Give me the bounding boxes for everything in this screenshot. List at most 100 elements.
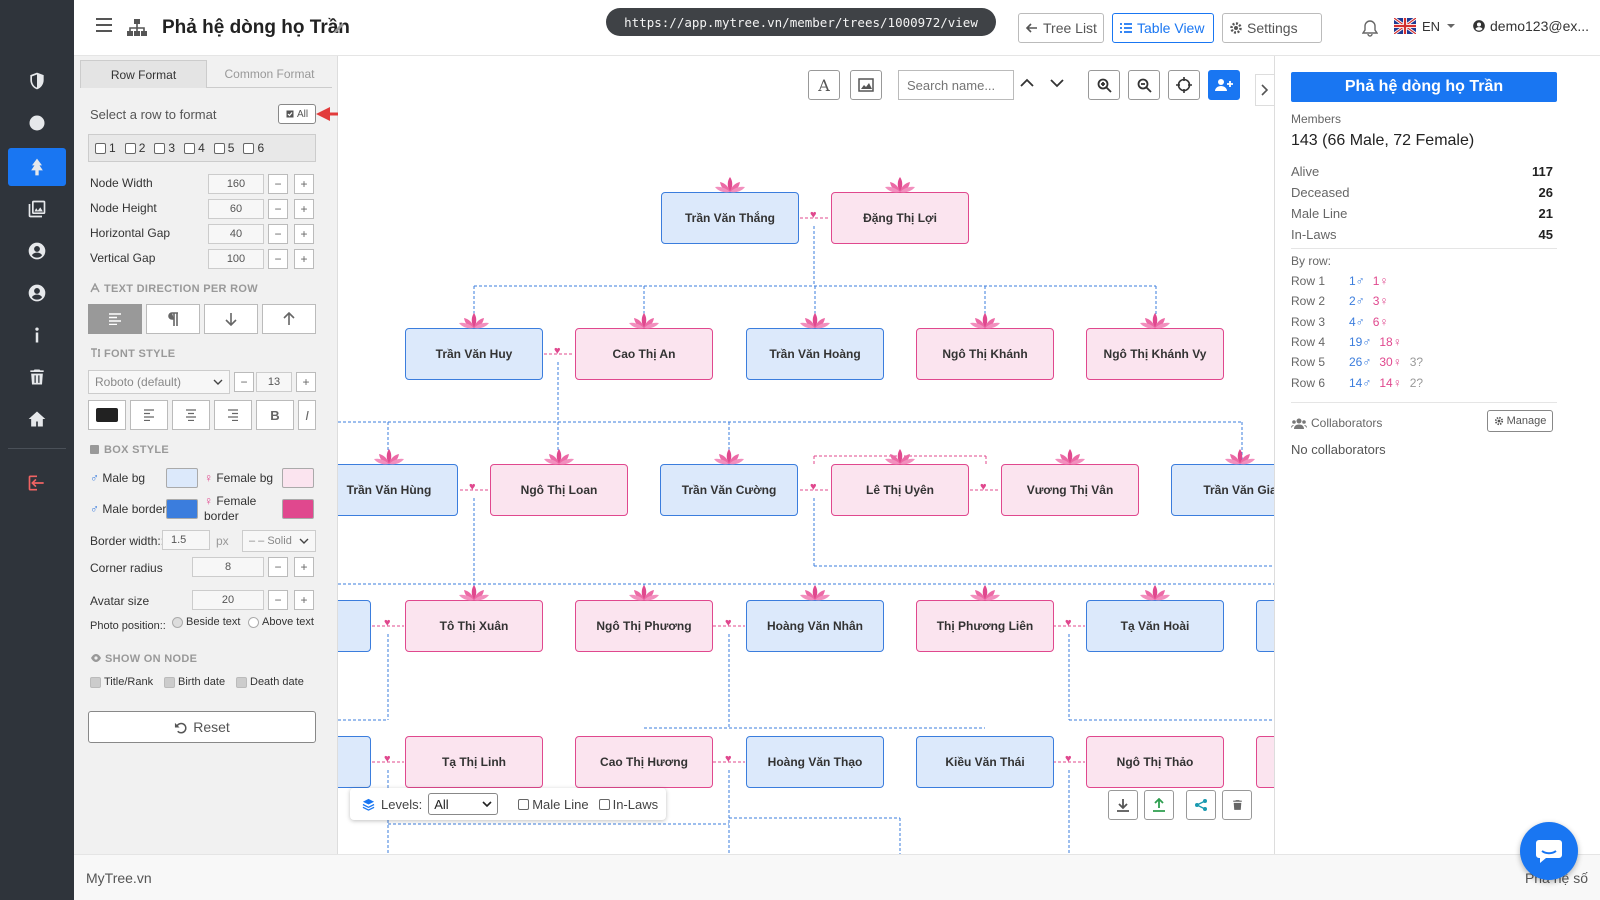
reset-button[interactable]: Reset (88, 711, 316, 743)
female-border-color-picker[interactable] (282, 499, 314, 519)
zoom-out-button[interactable] (1128, 70, 1160, 100)
hamburger-menu-icon[interactable] (96, 18, 112, 32)
person-node[interactable]: uấn (338, 600, 371, 652)
horizontal-gap-plus[interactable]: + (294, 224, 314, 244)
person-node[interactable]: Trần Văn Hoàng (746, 313, 884, 380)
nav-logout[interactable] (8, 464, 66, 502)
horizontal-gap-minus[interactable]: − (268, 224, 288, 244)
death-date-checkbox[interactable]: Death date (236, 676, 304, 688)
download-button[interactable] (1108, 790, 1138, 820)
row-checkbox-5[interactable]: 5 (213, 141, 234, 155)
font-family-select[interactable]: Roboto (default) (88, 370, 230, 394)
nav-circle[interactable] (8, 104, 66, 142)
nav-photos[interactable] (8, 190, 66, 228)
tree-canvas[interactable]: A Trần Văn Thắng Đặng Thị Lợi Trần Văn Huy… (338, 56, 1274, 854)
node-height-input[interactable]: 60 (208, 199, 264, 219)
delete-tree-button[interactable] (1222, 790, 1252, 820)
node-width-plus[interactable]: + (294, 174, 314, 194)
person-node[interactable]: Trần Văn Cường (660, 449, 798, 516)
bell-icon[interactable] (1362, 20, 1378, 37)
border-width-input[interactable]: 1.5 (162, 530, 210, 550)
zoom-in-button[interactable] (1088, 70, 1120, 100)
nav-tree[interactable] (8, 148, 66, 186)
person-node[interactable] (1256, 736, 1274, 788)
vertical-gap-minus[interactable]: − (268, 249, 288, 269)
nav-shield[interactable] (8, 62, 66, 100)
in-laws-checkbox[interactable]: In-Laws (598, 797, 658, 812)
nav-user-2[interactable] (8, 274, 66, 312)
corner-radius-plus[interactable]: + (294, 557, 314, 577)
center-view-button[interactable] (1168, 70, 1200, 100)
direction-horizontal-button[interactable] (88, 304, 142, 334)
person-node[interactable]: Trần Văn Hùng (338, 449, 458, 516)
person-node[interactable]: Ngô Thị Loan (490, 449, 628, 516)
node-height-minus[interactable]: − (268, 199, 288, 219)
row-checkbox-4[interactable]: 4 (184, 141, 205, 155)
select-all-button[interactable]: All (278, 104, 316, 124)
nav-trash[interactable] (8, 358, 66, 396)
node-width-input[interactable]: 160 (208, 174, 264, 194)
female-bg-color-picker[interactable] (282, 468, 314, 488)
align-center-button[interactable] (172, 400, 210, 430)
chevron-up-icon[interactable] (1020, 78, 1034, 88)
node-width-minus[interactable]: − (268, 174, 288, 194)
person-node[interactable]: Tạ Văn Hoài (1086, 585, 1224, 652)
male-bg-color-picker[interactable] (166, 468, 198, 488)
pencil-icon[interactable] (332, 21, 346, 35)
italic-button[interactable]: I (298, 400, 316, 430)
row-checkbox-3[interactable]: 3 (154, 141, 175, 155)
avatar-size-plus[interactable]: + (294, 590, 314, 610)
person-node[interactable]: Trần Văn Thắng (661, 177, 799, 244)
direction-down-button[interactable] (204, 304, 258, 334)
avatar-size-input[interactable]: 20 (192, 590, 264, 610)
person-node[interactable] (338, 736, 371, 788)
align-right-button[interactable] (214, 400, 252, 430)
font-size-plus[interactable]: + (296, 372, 316, 392)
user-menu[interactable]: demo123@ex... (1472, 18, 1589, 34)
person-node[interactable] (1256, 600, 1274, 652)
above-text-radio[interactable]: Above text (248, 616, 314, 628)
search-name-input[interactable] (898, 70, 1014, 100)
person-node[interactable]: Cao Thị Hương (575, 736, 713, 788)
upload-button[interactable] (1144, 790, 1174, 820)
expand-panel-button[interactable] (1255, 74, 1275, 106)
row-checkbox-1[interactable]: 1 (95, 141, 116, 155)
bold-button[interactable]: B (256, 400, 294, 430)
corner-radius-input[interactable]: 8 (192, 557, 264, 577)
font-size-input[interactable]: 13 (256, 372, 292, 392)
tab-common-format[interactable]: Common Format (207, 60, 332, 88)
corner-radius-minus[interactable]: − (268, 557, 288, 577)
person-node[interactable]: Trần Văn Gia (1171, 449, 1274, 516)
person-node[interactable]: Thị Phương Liên (916, 585, 1054, 652)
person-node[interactable]: Hoàng Văn Thạo (746, 736, 884, 788)
share-button[interactable] (1186, 790, 1216, 820)
align-left-button[interactable] (130, 400, 168, 430)
font-color-button[interactable] (88, 400, 126, 430)
birth-date-checkbox[interactable]: Birth date (164, 676, 225, 688)
text-toggle-button[interactable]: A (808, 70, 840, 100)
add-member-button[interactable] (1208, 70, 1240, 100)
node-height-plus[interactable]: + (294, 199, 314, 219)
manage-collaborators-button[interactable]: Manage (1487, 410, 1553, 432)
row-checkbox-6[interactable]: 6 (243, 141, 264, 155)
border-style-select[interactable]: – – Solid (242, 530, 316, 552)
person-node[interactable]: Ngô Thị Thảo (1086, 736, 1224, 788)
table-view-button[interactable]: Table View (1112, 13, 1214, 43)
levels-select[interactable]: All (428, 793, 499, 815)
language-selector[interactable]: EN (1394, 18, 1456, 34)
direction-paragraph-button[interactable] (146, 304, 200, 334)
male-line-checkbox[interactable]: Male Line (518, 797, 589, 812)
font-size-minus[interactable]: − (234, 372, 254, 392)
chevron-down-icon[interactable] (1050, 78, 1064, 88)
person-node[interactable]: Ngô Thị Phương (575, 585, 713, 652)
avatar-size-minus[interactable]: − (268, 590, 288, 610)
direction-up-button[interactable] (262, 304, 316, 334)
person-node[interactable]: Ngô Thị Khánh (916, 313, 1054, 380)
tree-list-button[interactable]: Tree List (1018, 13, 1104, 43)
person-node[interactable]: Trần Văn Huy (405, 313, 543, 380)
nav-info[interactable] (8, 316, 66, 354)
person-node[interactable]: Đặng Thị Lợi (831, 177, 969, 244)
beside-text-radio[interactable]: Beside text (172, 616, 240, 628)
vertical-gap-plus[interactable]: + (294, 249, 314, 269)
person-node[interactable]: Ngô Thị Khánh Vy (1086, 313, 1224, 380)
